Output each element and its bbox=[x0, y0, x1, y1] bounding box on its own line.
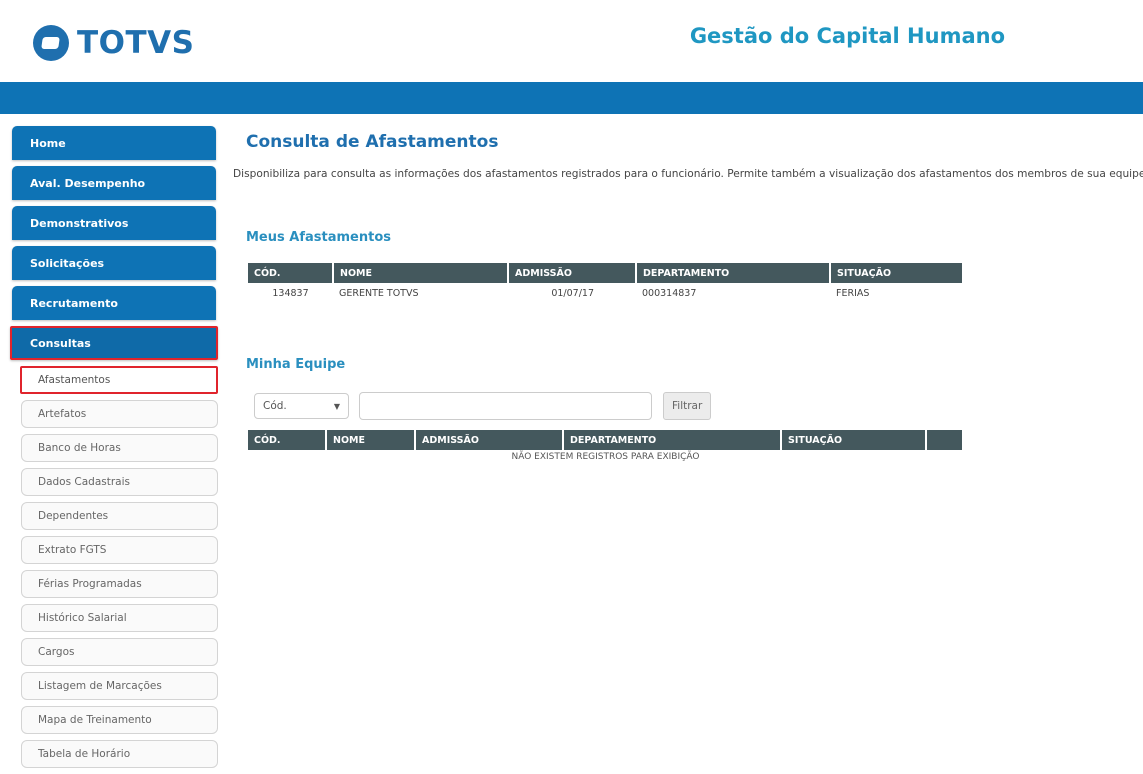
page-title: Consulta de Afastamentos bbox=[246, 132, 499, 152]
cell-nome: GERENTE TOTVS bbox=[339, 287, 419, 299]
col-nome[interactable]: NOME bbox=[326, 430, 416, 450]
menu-demonstrativos[interactable]: Demonstrativos bbox=[12, 206, 216, 240]
submenu-dependentes[interactable]: Dependentes bbox=[21, 502, 218, 530]
submenu-extrato-fgts[interactable]: Extrato FGTS bbox=[21, 536, 218, 564]
submenu-artefatos[interactable]: Artefatos bbox=[21, 400, 218, 428]
col-cod[interactable]: CÓD. bbox=[248, 263, 334, 283]
col-departamento[interactable]: DEPARTAMENTO bbox=[563, 430, 782, 450]
menu-consultas[interactable]: Consultas bbox=[10, 326, 218, 360]
page-description: Disponibiliza para consulta as informaçõ… bbox=[233, 168, 1143, 180]
submenu-afastamentos[interactable]: Afastamentos bbox=[20, 366, 218, 394]
submenu-ferias-programadas[interactable]: Férias Programadas bbox=[21, 570, 218, 598]
table-row[interactable]: 134837 GERENTE TOTVS 01/07/17 000314837 … bbox=[248, 283, 963, 303]
cell-situacao: FERIAS bbox=[836, 287, 870, 299]
menu-solicitacoes[interactable]: Solicitações bbox=[12, 246, 216, 280]
main-content: Consulta de Afastamentos Disponibiliza p… bbox=[233, 128, 1143, 462]
cell-admissao: 01/07/17 bbox=[551, 287, 594, 299]
filter-field-select[interactable]: Cód. ▼ bbox=[254, 393, 349, 419]
cell-cod[interactable]: 134837 bbox=[248, 283, 333, 303]
col-admissao[interactable]: ADMISSÃO bbox=[508, 263, 637, 283]
empty-message: NÃO EXISTEM REGISTROS PARA EXIBIÇÃO bbox=[511, 452, 700, 462]
col-actions bbox=[926, 430, 964, 450]
header: TOTVS Gestão do Capital Humano bbox=[0, 0, 1143, 82]
logo-text: TOTVS bbox=[77, 25, 195, 61]
menu-recrutamento[interactable]: Recrutamento bbox=[12, 286, 216, 320]
submenu-listagem-marcacoes[interactable]: Listagem de Marcações bbox=[21, 672, 218, 700]
top-bar bbox=[0, 82, 1143, 114]
meus-afastamentos-table: CÓD. NOME ADMISSÃO DEPARTAMENTO SITUAÇÃO… bbox=[248, 263, 964, 303]
minha-equipe-title: Minha Equipe bbox=[246, 357, 346, 372]
col-situacao[interactable]: SITUAÇÃO bbox=[830, 263, 964, 283]
filter-button[interactable]: Filtrar bbox=[663, 392, 712, 420]
filter-row: Cód. ▼ Filtrar bbox=[254, 392, 712, 420]
meus-afastamentos-title: Meus Afastamentos bbox=[246, 230, 391, 245]
menu-home[interactable]: Home bbox=[12, 126, 216, 160]
submenu-mapa-treinamento[interactable]: Mapa de Treinamento bbox=[21, 706, 218, 734]
chevron-down-icon: ▼ bbox=[333, 401, 340, 411]
cell-departamento: 000314837 bbox=[642, 287, 697, 299]
totvs-logo[interactable]: TOTVS bbox=[33, 24, 194, 62]
menu-aval-desempenho[interactable]: Aval. Desempenho bbox=[12, 166, 216, 200]
col-nome[interactable]: NOME bbox=[333, 263, 509, 283]
minha-equipe-table: CÓD. NOME ADMISSÃO DEPARTAMENTO SITUAÇÃO… bbox=[248, 430, 964, 464]
filter-input[interactable] bbox=[359, 392, 652, 420]
col-admissao[interactable]: ADMISSÃO bbox=[415, 430, 564, 450]
submenu-historico-salarial[interactable]: Histórico Salarial bbox=[21, 604, 218, 632]
col-situacao[interactable]: SITUAÇÃO bbox=[781, 430, 927, 450]
totvs-logo-icon bbox=[33, 25, 69, 61]
select-value: Cód. bbox=[263, 400, 287, 412]
submenu-cargos[interactable]: Cargos bbox=[21, 638, 218, 666]
sidebar: Home Aval. Desempenho Demonstrativos Sol… bbox=[10, 126, 220, 774]
submenu-banco-de-horas[interactable]: Banco de Horas bbox=[21, 434, 218, 462]
col-departamento[interactable]: DEPARTAMENTO bbox=[636, 263, 831, 283]
submenu-dados-cadastrais[interactable]: Dados Cadastrais bbox=[21, 468, 218, 496]
app-title: Gestão do Capital Humano bbox=[689, 24, 1005, 48]
col-cod[interactable]: CÓD. bbox=[248, 430, 327, 450]
submenu-tabela-horario[interactable]: Tabela de Horário bbox=[21, 740, 218, 768]
